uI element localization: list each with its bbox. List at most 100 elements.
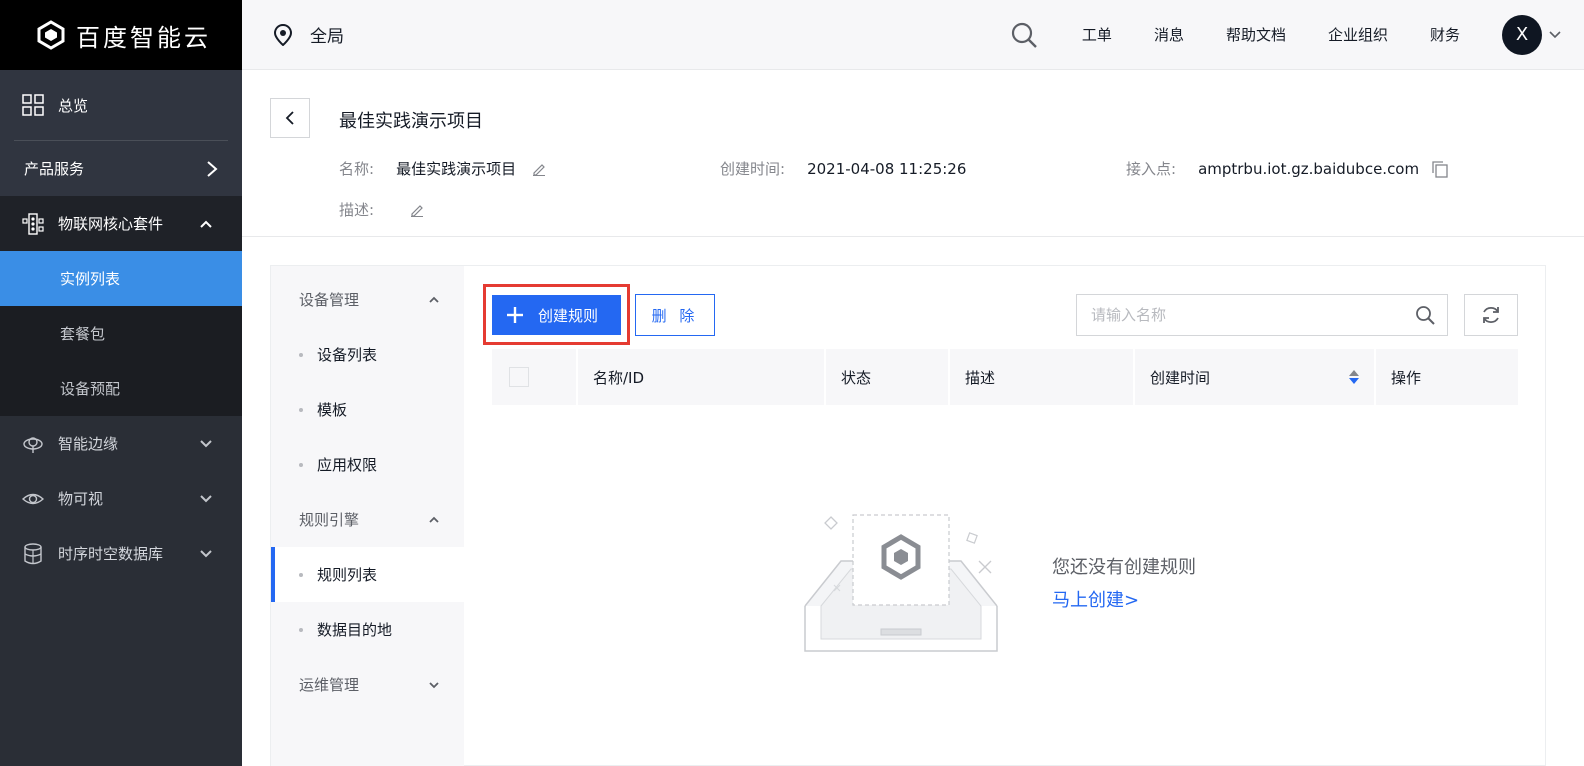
sidebar-item-iot-core[interactable]: 物联网核心套件 <box>0 196 242 251</box>
sidebar-item-label: 时序时空数据库 <box>58 545 164 563</box>
sidebar-item-device-provisioning[interactable]: 设备预配 <box>0 361 242 416</box>
nav-link-organization[interactable]: 企业组织 <box>1328 24 1388 45</box>
bullet <box>299 353 303 357</box>
subnav-item-app-permissions[interactable]: 应用权限 <box>271 437 464 492</box>
nav-link-messages[interactable]: 消息 <box>1154 24 1184 45</box>
search-input[interactable] <box>1091 306 1415 324</box>
sidebar-item-overview[interactable]: 总览 <box>0 70 242 140</box>
subnav-item-label: 模板 <box>317 401 348 419</box>
edit-icon[interactable] <box>532 162 546 176</box>
subnav-group-device-management[interactable]: 设备管理 <box>271 272 464 327</box>
delete-button[interactable]: 删 除 <box>635 294 715 336</box>
search-icon[interactable] <box>1010 21 1038 49</box>
bullet <box>299 408 303 412</box>
subnav-item-templates[interactable]: 模板 <box>271 382 464 437</box>
create-rule-label: 创建规则 <box>538 306 599 325</box>
chevron-right-icon <box>207 160 218 177</box>
table-header: 名称/ID 状态 描述 创建时间 操作 <box>492 349 1518 405</box>
search-icon[interactable] <box>1415 305 1435 325</box>
sidebar-item-label: 智能边缘 <box>58 435 119 453</box>
subnav-item-label: 设备列表 <box>317 346 378 364</box>
chevron-down-icon <box>429 681 439 688</box>
refresh-icon <box>1483 306 1499 324</box>
name-value: 最佳实践演示项目 <box>396 160 517 178</box>
back-button[interactable] <box>270 98 310 138</box>
column-header-actions: 操作 <box>1376 349 1518 405</box>
chevron-down-icon <box>200 439 212 447</box>
chevron-up-icon <box>429 516 439 523</box>
column-label: 名称/ID <box>593 368 645 387</box>
subnav-item-data-destinations[interactable]: 数据目的地 <box>271 602 464 657</box>
created-time-row: 创建时间: 2021-04-08 11:25:26 <box>720 158 966 179</box>
search-field <box>1076 294 1448 336</box>
sort-icon[interactable] <box>1348 367 1360 387</box>
grid-icon <box>22 94 44 116</box>
column-label: 状态 <box>841 368 872 387</box>
edit-icon[interactable] <box>410 203 424 217</box>
column-header-created-time[interactable]: 创建时间 <box>1135 349 1376 405</box>
nav-link-finance[interactable]: 财务 <box>1430 24 1460 45</box>
chevron-up-icon <box>200 220 212 228</box>
subnav-item-device-list[interactable]: 设备列表 <box>271 327 464 382</box>
brand-name: 百度智能云 <box>76 23 211 52</box>
sidebar-item-instance-list[interactable]: 实例列表 <box>0 251 242 306</box>
region-selector[interactable]: 全局 <box>272 22 344 47</box>
endpoint-label: 接入点: <box>1126 160 1177 178</box>
chevron-down-icon <box>200 494 212 502</box>
created-value: 2021-04-08 11:25:26 <box>807 159 967 178</box>
brand-logo[interactable]: 百度智能云 <box>0 0 242 70</box>
sidebar: 百度智能云 总览 产品服务 物联网核心套件 实例列表 套餐包 设备预配 智能边缘… <box>0 0 242 766</box>
select-all-checkbox[interactable] <box>509 367 529 387</box>
chevron-down-icon <box>200 549 212 557</box>
subnav-group-label: 运维管理 <box>299 676 360 694</box>
sidebar-item-label: 产品服务 <box>24 160 85 178</box>
description-row: 描述: <box>339 199 424 220</box>
database-icon <box>24 542 42 564</box>
bullet <box>299 463 303 467</box>
endpoint-row: 接入点: amptrbu.iot.gz.baidubce.com <box>1126 158 1449 179</box>
page-title: 最佳实践演示项目 <box>339 111 483 132</box>
subnav-group-rule-engine[interactable]: 规则引擎 <box>271 492 464 547</box>
description-label: 描述: <box>339 201 375 219</box>
location-pin-icon <box>273 23 293 46</box>
subnav-item-label: 规则列表 <box>317 566 378 584</box>
subnav-item-label: 应用权限 <box>317 456 378 474</box>
subnav-item-rule-list[interactable]: 规则列表 <box>271 547 464 602</box>
sidebar-item-visualization[interactable]: 物可视 <box>0 471 242 526</box>
sidebar-item-label: 物联网核心套件 <box>58 215 164 233</box>
project-name-row: 名称: 最佳实践演示项目 <box>339 158 546 179</box>
avatar[interactable]: X <box>1502 14 1542 55</box>
project-info: 最佳实践演示项目 名称: 最佳实践演示项目 创建时间: 2021-04-08 1… <box>242 70 1584 237</box>
plus-icon <box>507 307 523 323</box>
subnav-group-label: 规则引擎 <box>299 511 360 529</box>
select-all-cell <box>492 349 578 405</box>
create-rule-button[interactable]: 创建规则 <box>492 295 621 335</box>
sidebar-item-product-services[interactable]: 产品服务 <box>0 141 242 196</box>
column-header-description: 描述 <box>950 349 1135 405</box>
baidu-cloud-logo-icon <box>37 20 65 50</box>
column-label: 描述 <box>965 368 996 387</box>
bullet <box>299 628 303 632</box>
endpoint-value: amptrbu.iot.gz.baidubce.com <box>1198 159 1420 178</box>
subnav-group-label: 设备管理 <box>299 291 360 309</box>
chevron-up-icon <box>429 296 439 303</box>
subnav-group-ops-management[interactable]: 运维管理 <box>271 657 464 712</box>
sidebar-item-packages[interactable]: 套餐包 <box>0 306 242 361</box>
sidebar-item-edge[interactable]: 智能边缘 <box>0 416 242 471</box>
empty-state-illustration <box>804 514 998 652</box>
create-now-link[interactable]: 马上创建> <box>1052 586 1139 612</box>
chevron-left-icon <box>285 111 294 125</box>
chevron-down-icon[interactable] <box>1548 28 1562 42</box>
column-label: 操作 <box>1391 368 1422 387</box>
refresh-button[interactable] <box>1464 294 1518 336</box>
name-label: 名称: <box>339 160 375 178</box>
bullet <box>299 573 303 577</box>
empty-state-message: 您还没有创建规则 <box>1052 557 1196 578</box>
sidebar-item-label: 设备预配 <box>60 380 121 398</box>
copy-icon[interactable] <box>1431 160 1449 178</box>
nav-link-help-docs[interactable]: 帮助文档 <box>1226 24 1286 45</box>
secondary-nav: 设备管理 设备列表 模板 应用权限 规则引擎 规则列表 数据目的地 运维管理 <box>271 266 464 766</box>
nav-link-tickets[interactable]: 工单 <box>1082 24 1112 45</box>
sidebar-item-tsdb[interactable]: 时序时空数据库 <box>0 526 242 581</box>
top-header: 全局 工单 消息 帮助文档 企业组织 财务 X <box>242 0 1584 70</box>
